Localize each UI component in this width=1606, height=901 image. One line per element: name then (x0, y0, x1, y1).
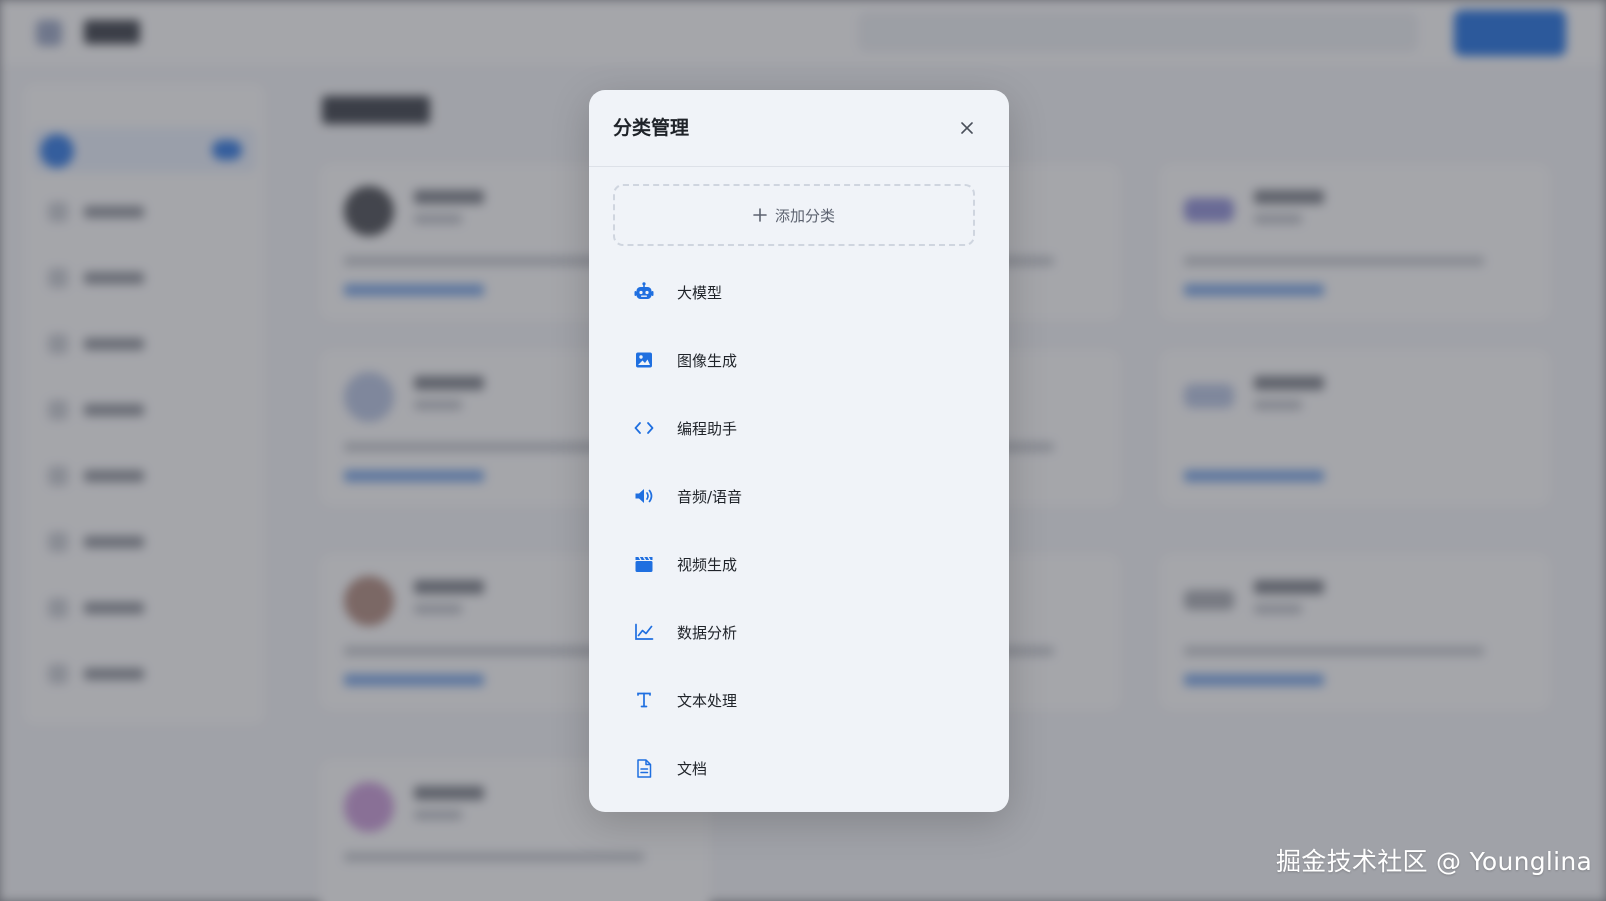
code-icon (633, 417, 655, 439)
watermark: 掘金技术社区 @ Younglina (1276, 847, 1593, 876)
category-item[interactable]: 数据分析 (613, 598, 975, 666)
category-item[interactable]: 图像生成 (613, 326, 975, 394)
category-label: 数据分析 (677, 623, 738, 642)
close-button[interactable] (955, 116, 979, 140)
category-label: 大模型 (677, 283, 723, 302)
plus-icon (753, 208, 767, 222)
category-item[interactable]: 视频生成 (613, 530, 975, 598)
category-label: 图像生成 (677, 351, 738, 370)
category-management-modal: 分类管理 添加分类 大模型 图像生成 编程助手 音频/语音 视频生成 数据分析 … (589, 90, 1009, 812)
modal-header: 分类管理 (589, 90, 1009, 167)
close-icon (961, 122, 973, 134)
category-label: 音频/语音 (677, 487, 743, 506)
category-list: 大模型 图像生成 编程助手 音频/语音 视频生成 数据分析 文本处理 文档 (613, 258, 975, 802)
category-label: 视频生成 (677, 555, 738, 574)
category-label: 文本处理 (677, 691, 738, 710)
category-label: 文档 (677, 759, 708, 778)
category-item[interactable]: 编程助手 (613, 394, 975, 462)
volume-icon (633, 485, 655, 507)
modal-title: 分类管理 (613, 117, 690, 139)
robot-icon (633, 281, 655, 303)
category-item[interactable]: 文档 (613, 734, 975, 802)
text-icon (633, 689, 655, 711)
add-category-label: 添加分类 (774, 206, 835, 225)
clapperboard-icon (633, 553, 655, 575)
category-item[interactable]: 文本处理 (613, 666, 975, 734)
category-item[interactable]: 音频/语音 (613, 462, 975, 530)
line-chart-icon (633, 621, 655, 643)
add-category-button[interactable]: 添加分类 (613, 184, 975, 246)
category-label: 编程助手 (677, 419, 738, 438)
image-icon (633, 349, 655, 371)
document-icon (633, 757, 655, 779)
category-item[interactable]: 大模型 (613, 258, 975, 326)
